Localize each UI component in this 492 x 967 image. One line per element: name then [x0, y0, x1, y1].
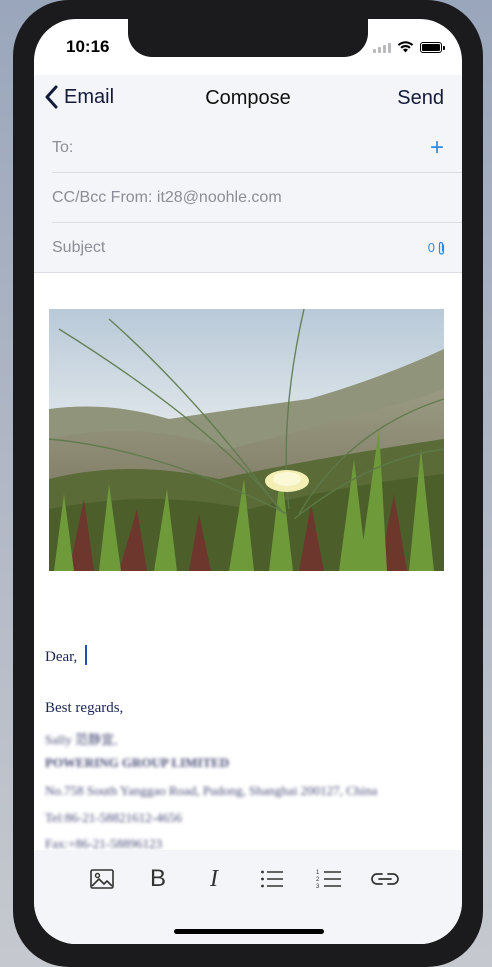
notch	[128, 19, 368, 57]
to-field[interactable]: To: +	[52, 123, 462, 173]
numbered-list-icon[interactable]: 1 2 3	[314, 864, 344, 894]
attachment-button[interactable]: 0	[428, 223, 446, 273]
greeting-line: Dear,	[45, 645, 88, 666]
signature-line: POWERING GROUP LIMITED	[45, 755, 230, 770]
message-body[interactable]: Dear, Best regards, Sally 范静宜, POWERING …	[34, 275, 462, 850]
add-recipient-icon[interactable]: +	[430, 123, 444, 173]
italic-icon[interactable]: I	[199, 864, 229, 894]
battery-icon	[420, 41, 445, 53]
nav-bar: Email Compose Send	[34, 75, 462, 123]
signature-line: Sally 范静宜,	[45, 732, 118, 747]
signature-line: No.758 South Yanggao Road, Pudong, Shang…	[45, 783, 378, 798]
screen: 10:16 Email Compose Send To: + CC/Bcc Fr…	[34, 19, 462, 944]
status-time: 10:16	[66, 37, 110, 56]
status-icons	[373, 41, 445, 53]
image-icon[interactable]	[87, 864, 117, 894]
phone-frame: 10:16 Email Compose Send To: + CC/Bcc Fr…	[13, 0, 483, 967]
bold-icon[interactable]: B	[143, 864, 173, 894]
ccbcc-from-label: CC/Bcc From: it28@noohle.com	[52, 189, 282, 206]
compose-header-fields: To: + CC/Bcc From: it28@noohle.com Subje…	[34, 123, 462, 273]
link-icon[interactable]	[370, 864, 400, 894]
ccbcc-from-field[interactable]: CC/Bcc From: it28@noohle.com	[52, 173, 462, 223]
closing-line: Best regards,	[45, 700, 124, 716]
attachment-count: 0	[427, 240, 435, 255]
embedded-photo	[49, 309, 444, 571]
subject-field[interactable]: Subject 0	[34, 223, 462, 273]
signature-line: Fax:+86-21-58896123	[45, 836, 163, 850]
subject-placeholder: Subject	[52, 239, 106, 256]
cellular-signal-icon	[373, 42, 391, 53]
text-cursor	[85, 645, 88, 665]
to-label: To:	[52, 139, 74, 156]
bullet-list-icon[interactable]	[257, 864, 287, 894]
home-indicator[interactable]	[174, 929, 324, 934]
paperclip-icon	[438, 241, 445, 255]
greeting-text: Dear,	[45, 649, 78, 665]
svg-text:3: 3	[316, 884, 320, 890]
svg-text:1: 1	[316, 870, 320, 876]
signature-line: Tel:86-21-58821612-4656	[45, 810, 183, 825]
svg-text:2: 2	[316, 877, 320, 883]
wifi-icon	[397, 41, 414, 53]
send-button[interactable]: Send	[397, 87, 444, 110]
